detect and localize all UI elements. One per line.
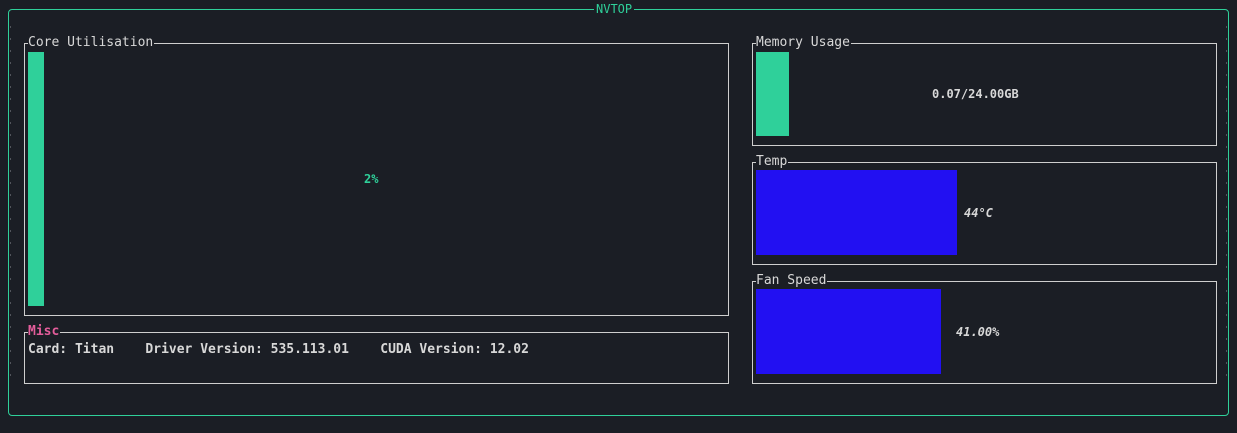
cuda-version-value: 12.02 [489,342,529,357]
fan-speed-panel: Fan Speed 41.00% [752,273,1217,384]
memory-usage-bar [756,52,789,136]
card-value: Titan [74,342,115,357]
misc-panel: Misc Card: Titan Driver Version: 535.113… [24,324,729,384]
fan-speed-title: Fan Speed [756,273,828,289]
memory-usage-panel: Memory Usage 0.07/24.00GB [752,35,1217,146]
core-utilisation-title: Core Utilisation [28,35,155,51]
core-utilisation-value: 2% [364,172,379,186]
fan-speed-bar [756,289,941,374]
driver-version-value: 535.113.01 [270,342,349,357]
core-utilisation-bar [28,52,44,306]
temp-bar [756,170,957,255]
misc-info-line: Card: Titan Driver Version: 535.113.01 C… [28,342,529,358]
left-edge-marks [10,26,11,384]
core-utilisation-panel: Core Utilisation 2% [24,35,729,316]
temp-panel: Temp 44°C [752,154,1217,265]
cuda-version-label: CUDA Version: [380,342,482,357]
misc-title: Misc [28,324,61,340]
right-edge-marks [1226,26,1227,384]
fan-speed-value: 41.00% [956,325,1000,339]
driver-version-label: Driver Version: [145,342,263,357]
app-title: NVTOP [594,2,635,16]
memory-usage-title: Memory Usage [756,35,851,51]
card-label: Card: [28,342,68,357]
memory-usage-value: 0.07/24.00GB [932,87,1019,101]
nvtop-terminal-screen: NVTOP Core Utilisation 2% Misc Card: Tit… [0,0,1237,433]
temp-value: 44°C [964,206,993,220]
temp-title: Temp [756,154,789,170]
